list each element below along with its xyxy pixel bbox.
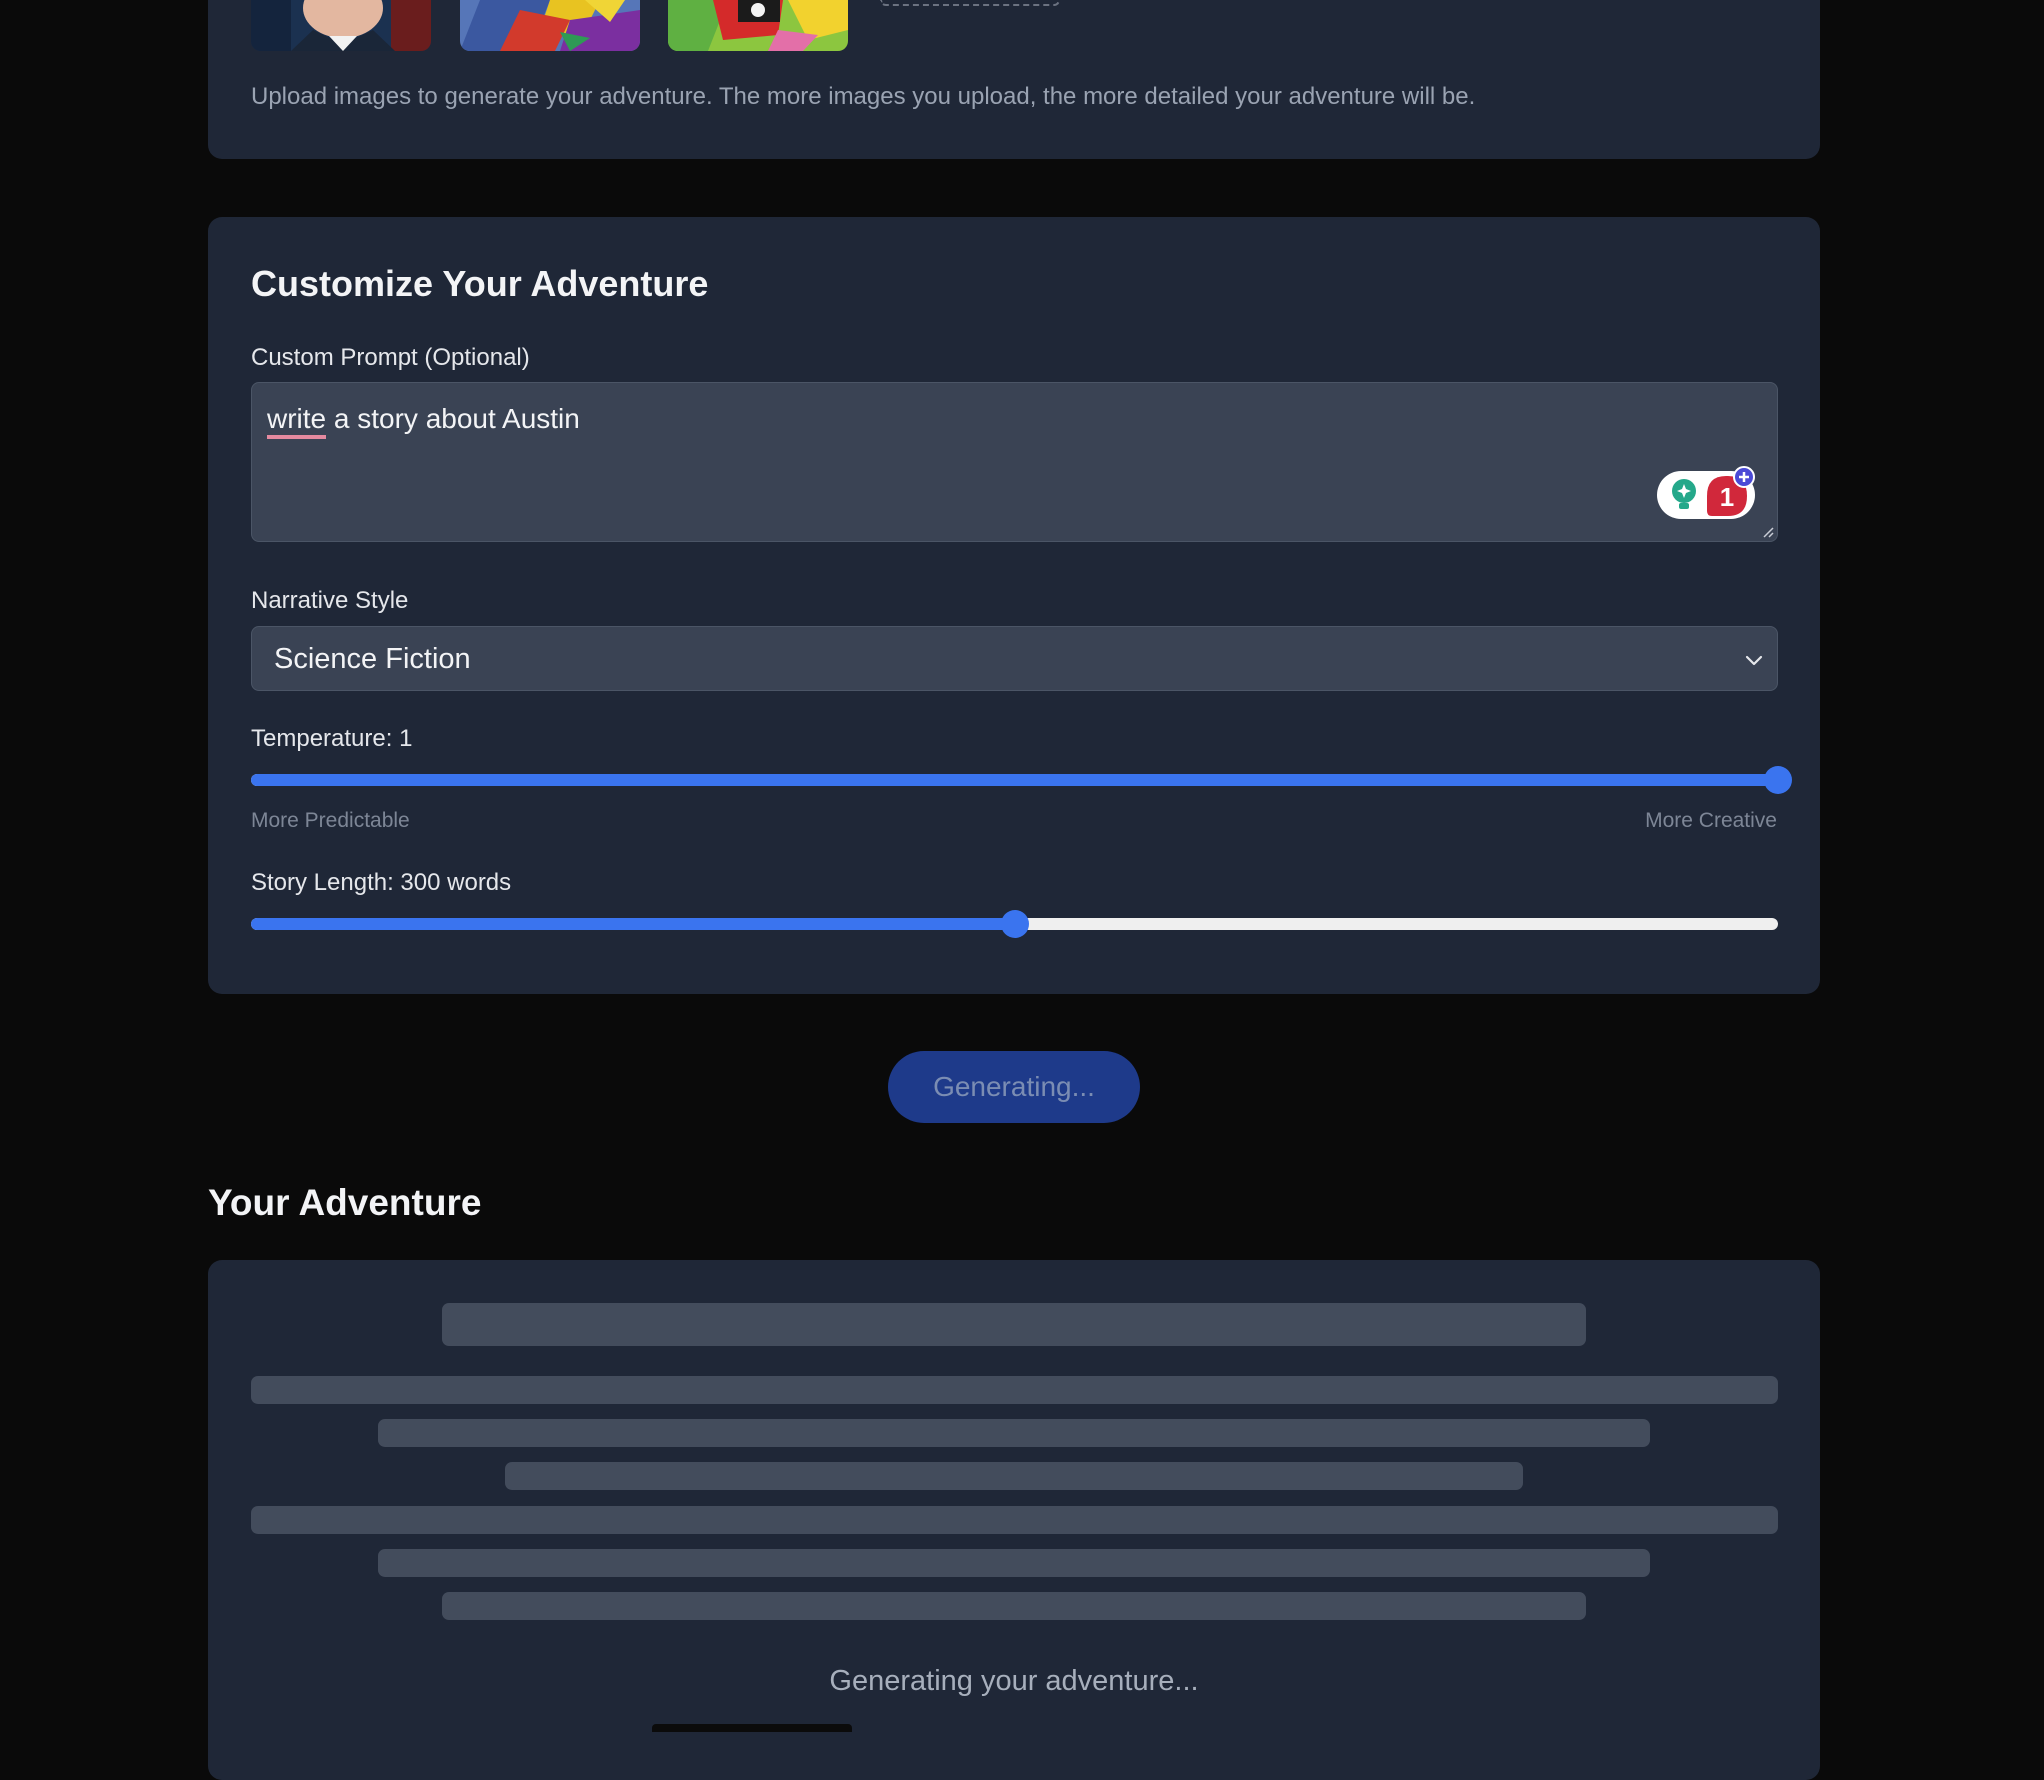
uploaded-image-thumbnail[interactable] bbox=[251, 0, 431, 51]
narrative-style-select[interactable]: Science Fiction bbox=[251, 626, 1778, 691]
notification-badge: 1 bbox=[1720, 482, 1734, 512]
skeleton-line bbox=[251, 1376, 1778, 1404]
uploaded-image-thumbnail[interactable] bbox=[460, 0, 640, 51]
resize-handle-icon[interactable] bbox=[1760, 524, 1774, 538]
slider-fill bbox=[251, 774, 1778, 786]
temperature-min-caption: More Predictable bbox=[251, 809, 410, 832]
loading-status-text: Generating your adventure... bbox=[829, 1665, 1199, 1697]
misspelled-word: write bbox=[267, 403, 327, 439]
temperature-max-caption: More Creative bbox=[1645, 809, 1777, 832]
customize-title: Customize Your Adventure bbox=[251, 263, 709, 304]
slider-thumb[interactable] bbox=[1764, 766, 1792, 794]
story-length-label: Story Length: 300 words bbox=[251, 869, 512, 896]
skeleton-line bbox=[378, 1549, 1650, 1577]
prompt-rest: a story about Austin bbox=[326, 403, 580, 434]
abstract-art-image bbox=[668, 0, 848, 51]
narrative-style-value: Science Fiction bbox=[274, 643, 471, 675]
writing-assistant-extension-badge[interactable]: 1 bbox=[1656, 466, 1756, 520]
generate-button[interactable]: Generating... bbox=[888, 1051, 1140, 1123]
skeleton-line bbox=[442, 1592, 1586, 1620]
skeleton-line bbox=[505, 1462, 1523, 1490]
portrait-photo bbox=[251, 0, 431, 51]
add-image-slot[interactable] bbox=[880, 0, 1060, 6]
upload-card: Upload images to generate your adventure… bbox=[208, 0, 1820, 159]
slider-fill bbox=[251, 918, 1015, 930]
your-adventure-heading: Your Adventure bbox=[208, 1182, 482, 1223]
adventure-card: Generating your adventure... bbox=[208, 1260, 1820, 1780]
custom-prompt-label: Custom Prompt (Optional) bbox=[251, 344, 530, 371]
customize-card: Customize Your Adventure Custom Prompt (… bbox=[208, 217, 1820, 994]
custom-prompt-value: write a story about Austin bbox=[267, 403, 580, 439]
skeleton-line bbox=[378, 1419, 1650, 1447]
skeleton-line bbox=[251, 1506, 1778, 1534]
plus-icon bbox=[1733, 466, 1755, 488]
narrative-style-label: Narrative Style bbox=[251, 587, 409, 614]
upload-help-text: Upload images to generate your adventure… bbox=[251, 83, 1476, 110]
chevron-down-icon bbox=[1745, 655, 1763, 666]
temperature-label: Temperature: 1 bbox=[251, 725, 413, 752]
partial-element bbox=[652, 1724, 852, 1732]
story-length-slider[interactable] bbox=[251, 909, 1778, 939]
custom-prompt-textarea[interactable]: write a story about Austin bbox=[251, 382, 1778, 542]
slider-thumb[interactable] bbox=[1000, 910, 1029, 938]
uploaded-image-thumbnail[interactable] bbox=[668, 0, 848, 51]
temperature-slider[interactable] bbox=[251, 765, 1792, 795]
skeleton-title-line bbox=[442, 1303, 1586, 1346]
abstract-art-image bbox=[460, 0, 640, 51]
